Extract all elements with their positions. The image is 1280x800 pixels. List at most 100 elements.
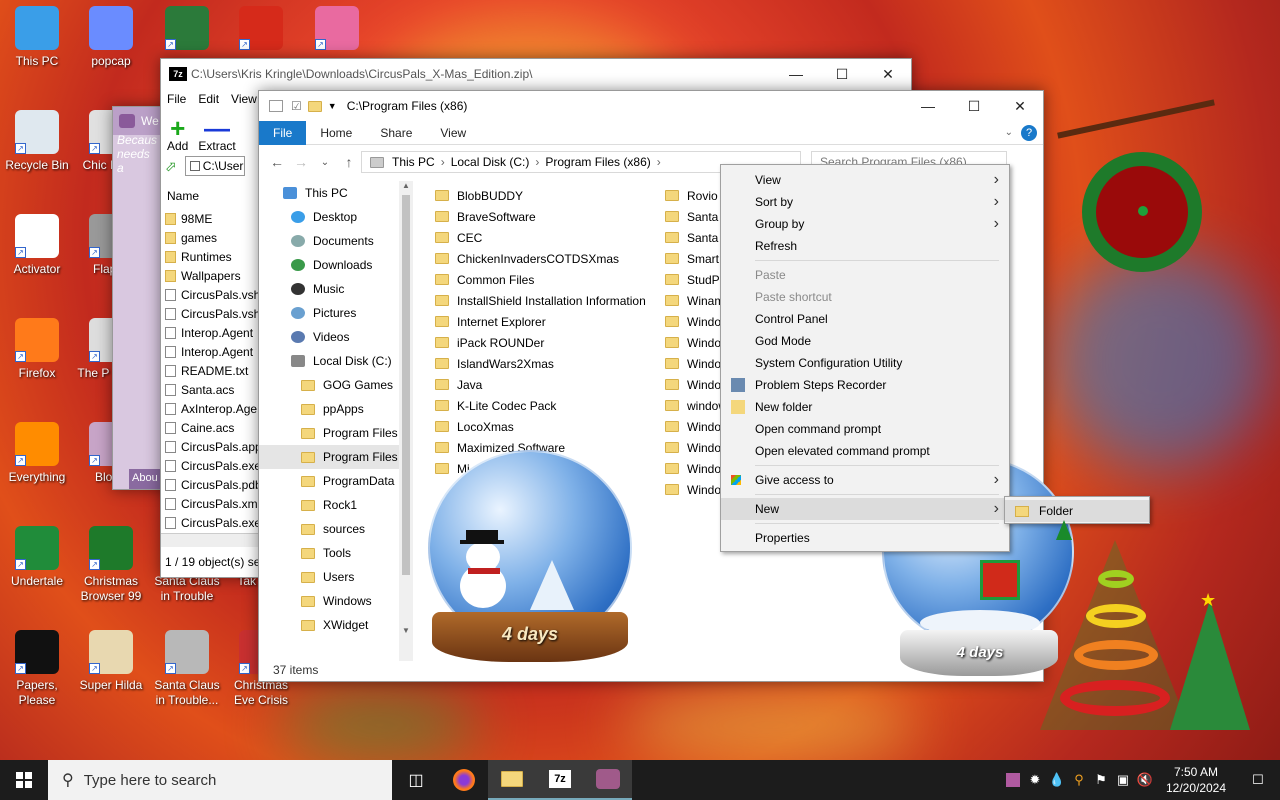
nav-item[interactable]: Program Files (: [259, 445, 413, 469]
checkmark-icon[interactable]: ☑: [291, 99, 302, 113]
nav-item[interactable]: Pictures: [259, 301, 413, 325]
nav-item[interactable]: ProgramData: [259, 469, 413, 493]
breadcrumb-this-pc[interactable]: This PC: [392, 155, 435, 169]
nav-item[interactable]: Downloads: [259, 253, 413, 277]
column-name[interactable]: Name: [167, 189, 199, 207]
quick-access-icon[interactable]: [269, 100, 283, 112]
file-item[interactable]: Common Files: [435, 269, 646, 290]
extract-button[interactable]: — Extract: [198, 115, 235, 153]
context-menu-item[interactable]: New ›: [721, 498, 1009, 520]
context-menu-item[interactable]: New folder: [721, 396, 1009, 418]
desktop-icon[interactable]: ↗ Santa Claus in Trouble...: [150, 630, 224, 708]
breadcrumb-program-files[interactable]: Program Files (x86): [545, 155, 650, 169]
nav-item[interactable]: Rock1: [259, 493, 413, 517]
file-item[interactable]: ChickenInvadersCOTDSXmas: [435, 248, 646, 269]
context-menu-item[interactable]: Group by ›: [721, 213, 1009, 235]
notifications-icon[interactable]: ☐: [1236, 770, 1280, 790]
dropdown-icon[interactable]: ▼: [328, 101, 337, 111]
file-item[interactable]: Internet Explorer: [435, 311, 646, 332]
context-menu-item[interactable]: Paste shortcut: [721, 286, 1009, 308]
nav-item[interactable]: GOG Games: [259, 373, 413, 397]
context-menu-item[interactable]: Sort by ›: [721, 191, 1009, 213]
tray-flag-icon[interactable]: ⚑: [1090, 770, 1112, 790]
nav-item[interactable]: Program Files: [259, 421, 413, 445]
clock[interactable]: 7:50 AM 12/20/2024: [1156, 764, 1236, 796]
zip-list-item[interactable]: Caine.acs: [165, 418, 261, 437]
maximize-button[interactable]: ☐: [951, 91, 997, 121]
zip-list-item[interactable]: CircusPals.app: [165, 437, 261, 456]
close-button[interactable]: ✕: [865, 59, 911, 89]
context-menu-item[interactable]: View ›: [721, 169, 1009, 191]
tab-view[interactable]: View: [426, 121, 480, 145]
tray-drop-icon[interactable]: 💧: [1046, 770, 1068, 790]
zip-list-item[interactable]: README.txt: [165, 361, 261, 380]
zip-list-item[interactable]: CircusPals.vsh: [165, 285, 261, 304]
taskbar-firefox[interactable]: [440, 760, 488, 800]
add-button[interactable]: + Add: [167, 115, 188, 153]
nav-item[interactable]: This PC: [259, 181, 413, 205]
up-folder-icon[interactable]: ⬀: [165, 158, 177, 175]
tray-app-icon[interactable]: [1002, 770, 1024, 790]
network-icon[interactable]: ▣: [1112, 770, 1134, 790]
desktop-icon[interactable]: ↗ Firefox: [0, 318, 74, 381]
desktop-icon[interactable]: This PC: [0, 6, 74, 69]
context-menu-item[interactable]: Control Panel: [721, 308, 1009, 330]
zip-list-item[interactable]: AxInterop.Age: [165, 399, 261, 418]
scroll-down-icon[interactable]: ▼: [399, 626, 413, 635]
desktop-icon[interactable]: ↗ Recycle Bin: [0, 110, 74, 173]
taskbar-search[interactable]: ⚲ Type here to search: [48, 760, 392, 800]
desktop-icon[interactable]: ↗ Activator: [0, 214, 74, 277]
scroll-up-icon[interactable]: ▲: [399, 181, 413, 190]
menu-edit[interactable]: Edit: [198, 92, 219, 106]
nav-scrollbar[interactable]: ▲ ▼: [399, 181, 413, 661]
breadcrumb-local-disk[interactable]: Local Disk (C:): [451, 155, 530, 169]
desktop-icon[interactable]: ↗: [150, 6, 224, 54]
taskbar-explorer[interactable]: [488, 760, 536, 800]
folder-icon[interactable]: [307, 100, 322, 112]
desktop-icon[interactable]: ↗ Christmas Browser 99: [74, 526, 148, 604]
zip-list-item[interactable]: Interop.Agent: [165, 342, 261, 361]
context-menu-item[interactable]: Give access to ›: [721, 469, 1009, 491]
zip-list-item[interactable]: CircusPals.vsh: [165, 304, 261, 323]
nav-item[interactable]: Desktop: [259, 205, 413, 229]
file-item[interactable]: Java: [435, 374, 646, 395]
zip-list-item[interactable]: Interop.Agent: [165, 323, 261, 342]
nav-item[interactable]: XWidget: [259, 613, 413, 637]
zip-list-item[interactable]: games: [165, 228, 261, 247]
nav-item[interactable]: Tools: [259, 541, 413, 565]
minimize-button[interactable]: —: [905, 91, 951, 121]
nav-item[interactable]: Local Disk (C:): [259, 349, 413, 373]
menu-view[interactable]: View: [231, 92, 257, 106]
context-menu-item[interactable]: Paste: [721, 264, 1009, 286]
desktop-icon[interactable]: ↗ Undertale: [0, 526, 74, 589]
zip-list-item[interactable]: CircusPals.exe: [165, 456, 261, 475]
nav-item[interactable]: Music: [259, 277, 413, 301]
maximize-button[interactable]: ☐: [819, 59, 865, 89]
task-view-button[interactable]: ◫: [392, 760, 440, 800]
tray-network-game-icon[interactable]: ✹: [1024, 770, 1046, 790]
help-icon[interactable]: ?: [1021, 124, 1037, 141]
zip-list-item[interactable]: CircusPals.exe: [165, 513, 261, 532]
desktop-icon[interactable]: popcap: [74, 6, 148, 69]
nav-item[interactable]: Videos: [259, 325, 413, 349]
file-item[interactable]: LocoXmas: [435, 416, 646, 437]
file-item[interactable]: CEC: [435, 227, 646, 248]
zip-list-item[interactable]: Santa.acs: [165, 380, 261, 399]
file-item[interactable]: K-Lite Codec Pack: [435, 395, 646, 416]
file-item[interactable]: BlobBUDDY: [435, 185, 646, 206]
nav-item[interactable]: sources: [259, 517, 413, 541]
context-menu-item[interactable]: Open command prompt: [721, 418, 1009, 440]
desktop-icon[interactable]: ↗ Papers, Please: [0, 630, 74, 708]
nav-item[interactable]: ppApps: [259, 397, 413, 421]
zip-list-item[interactable]: CircusPals.xm: [165, 494, 261, 513]
zip-list-item[interactable]: CircusPals.pdb: [165, 475, 261, 494]
context-menu-item[interactable]: Refresh: [721, 235, 1009, 257]
recent-dropdown-icon[interactable]: ⌄: [313, 157, 337, 168]
desktop-icon[interactable]: ↗ Everything: [0, 422, 74, 485]
tab-file[interactable]: File: [259, 120, 307, 145]
context-menu-item[interactable]: Properties: [721, 527, 1009, 549]
taskbar-circuspals[interactable]: [584, 760, 632, 800]
nav-item[interactable]: Users: [259, 565, 413, 589]
chevron-down-icon[interactable]: ⌄: [1005, 127, 1013, 138]
submenu-folder[interactable]: Folder: [1005, 500, 1149, 522]
